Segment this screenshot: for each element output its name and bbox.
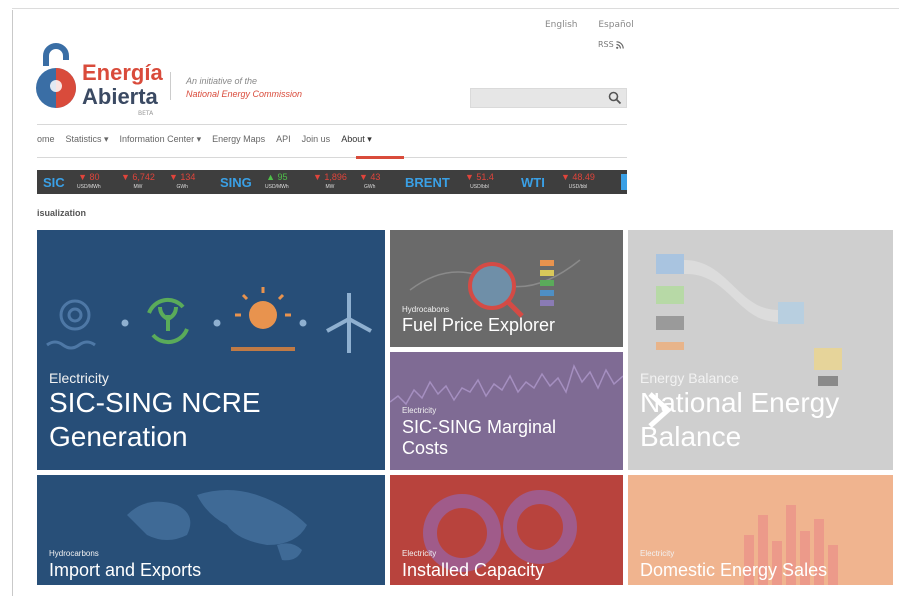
ticker-wti-price: ▼ 48.49 USD/bbl [561, 172, 595, 190]
ticker-sic-capacity: ▼ 6,742 MW [121, 172, 155, 190]
energia-abierta-logo[interactable]: Energía Abierta BETA [34, 40, 164, 120]
nav-item-about[interactable]: About ▾ [341, 134, 372, 145]
logo-text-energia: Energía [82, 60, 163, 85]
tile-title: Import and Exports [49, 560, 202, 580]
tile-title-line2: Costs [402, 438, 449, 458]
logo-text-abierta: Abierta [82, 84, 158, 109]
initiative-line1: An initiative of the [186, 76, 258, 86]
tile-title-line1: SIC-SING NCRE [49, 387, 261, 418]
nav-item-statistics[interactable]: Statistics ▾ [66, 134, 109, 145]
nav-bottom-rule [37, 157, 627, 158]
rss-label: RSS [598, 40, 614, 49]
tile-title-line2: Balance [640, 421, 742, 452]
tile-ncre-generation[interactable]: Electricity SIC-SING NCRE Generation [37, 230, 385, 470]
ticker-sic-price: ▼ 80 USD/MWh [77, 172, 101, 190]
tile-category-label: Electricity [402, 406, 437, 415]
padlock-logo-icon [36, 43, 76, 108]
search-box[interactable] [470, 88, 627, 108]
nav-item-join-us[interactable]: Join us [302, 134, 331, 145]
ticker-overflow-mark [621, 174, 627, 190]
ticker-sing-label: SING [220, 175, 252, 190]
tile-category-label: Electricity [640, 549, 675, 558]
page-frame-left [12, 10, 13, 596]
ticker-sing-price: ▲ 95 USD/MWh [265, 172, 289, 190]
ticker-sing-generation: ▼ 43 GWh [359, 172, 381, 190]
nav-item-information-center[interactable]: Information Center ▾ [120, 134, 202, 145]
section-title: isualization [37, 208, 87, 218]
tile-category-label: Electricity [49, 370, 109, 386]
nav-active-underline [356, 156, 404, 159]
page-frame-top [12, 8, 899, 9]
beta-badge: BETA [138, 110, 154, 117]
nav-top-rule [37, 124, 627, 125]
ticker-sing-capacity: ▼ 1,896 MW [313, 172, 347, 190]
tile-import-exports[interactable]: Hydrocarbons Import and Exports [37, 475, 385, 585]
header-divider [170, 72, 171, 100]
tile-domestic-energy-sales[interactable]: Electricity Domestic Energy Sales [628, 475, 893, 585]
ticker-brent-label: BRENT [405, 175, 450, 190]
tile-fuel-price-explorer[interactable]: Hydrocabons Fuel Price Explorer [390, 230, 623, 347]
language-switcher: English Español [545, 20, 652, 30]
tile-category-label: Hydrocarbons [49, 549, 99, 558]
tile-category-label: Energy Balance [640, 370, 739, 386]
nav-item-api[interactable]: API [276, 134, 291, 145]
tile-installed-capacity[interactable]: Electricity Installed Capacity [390, 475, 623, 585]
tile-title: Fuel Price Explorer [402, 315, 556, 335]
tile-title-line1: SIC-SING Marginal [402, 417, 557, 437]
tile-title-line1: National Energy [640, 387, 840, 418]
initiative-line2: National Energy Commission [186, 89, 303, 99]
initiative-tagline: An initiative of the National Energy Com… [186, 75, 302, 101]
lang-spanish[interactable]: Español [598, 20, 633, 30]
ticker-sic-label: SIC [43, 175, 65, 190]
lang-english[interactable]: English [545, 20, 578, 30]
tile-national-energy-balance[interactable]: Energy Balance National Energy Balance [628, 230, 893, 470]
ticker-brent-price: ▼ 51.4 USD/bbl [465, 172, 494, 190]
nav-item-energy-maps[interactable]: Energy Maps [212, 134, 265, 145]
rss-icon [615, 40, 624, 49]
main-nav: ome Statistics ▾ Information Center ▾ En… [37, 134, 372, 145]
tile-title: Installed Capacity [402, 560, 545, 580]
ticker-sic-generation: ▼ 134 GWh [169, 172, 196, 190]
tile-category-label: Hydrocabons [402, 305, 450, 314]
tile-marginal-costs[interactable]: Electricity SIC-SING Marginal Costs [390, 352, 623, 470]
ticker-wti-label: WTI [521, 175, 545, 190]
nav-item-home[interactable]: ome [37, 134, 55, 145]
rss-link[interactable]: RSS [598, 40, 624, 49]
tile-title-line2: Generation [49, 421, 188, 452]
tile-category-label: Electricity [402, 549, 437, 558]
search-icon[interactable] [607, 90, 623, 106]
tile-title: Domestic Energy Sales [640, 560, 828, 580]
market-ticker: SIC ▼ 80 USD/MWh ▼ 6,742 MW ▼ 134 GWh SING … [37, 170, 627, 194]
